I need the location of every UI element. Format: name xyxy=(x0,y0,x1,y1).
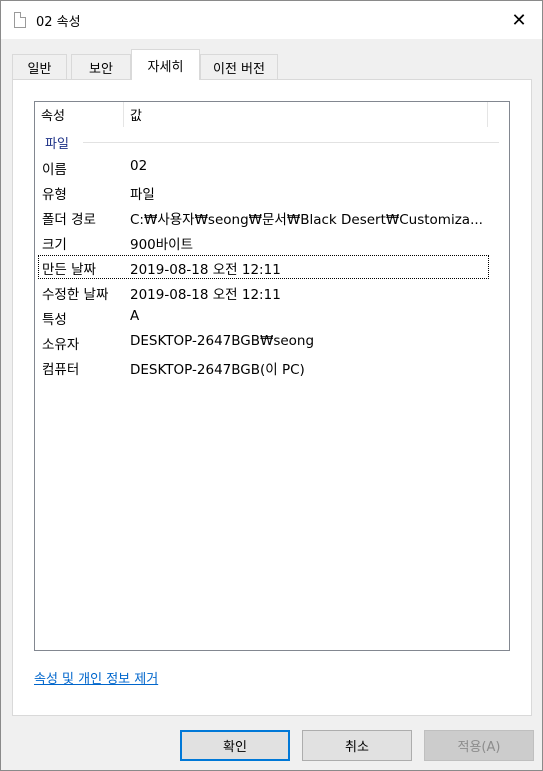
row-key: 컴퓨터 xyxy=(42,362,80,378)
row-value: 02 xyxy=(130,158,148,174)
column-header-value[interactable]: 값 xyxy=(124,102,488,127)
file-icon xyxy=(14,12,26,28)
details-panel: 속성 값 파일 이름 02 유형 파일 폴더 경로 C:₩사용자₩seong₩문… xyxy=(12,79,532,716)
properties-dialog: 02 속성 ✕ 일반 보안 자세히 이전 버전 속성 값 파일 이름 02 유형… xyxy=(0,0,543,771)
row-key: 만든 날짜 xyxy=(42,262,96,278)
list-row[interactable]: 수정한 날짜 2019-08-18 오전 12:11 xyxy=(38,280,489,304)
tab-previous-versions[interactable]: 이전 버전 xyxy=(200,54,278,79)
cancel-button[interactable]: 취소 xyxy=(302,730,412,761)
title-bar: 02 속성 ✕ xyxy=(1,1,542,39)
tab-security[interactable]: 보안 xyxy=(71,54,131,79)
row-value: 2019-08-18 오전 12:11 xyxy=(130,287,281,303)
ok-button[interactable]: 확인 xyxy=(180,730,290,761)
row-key: 수정한 날짜 xyxy=(42,287,109,303)
row-value: 2019-08-18 오전 12:11 xyxy=(130,262,281,278)
list-row[interactable]: 폴더 경로 C:₩사용자₩seong₩문서₩Black Desert₩Custo… xyxy=(38,205,489,229)
list-row-focused[interactable]: 만든 날짜 2019-08-18 오전 12:11 xyxy=(38,255,489,279)
row-value: 900바이트 xyxy=(130,237,194,253)
row-value: DESKTOP-2647BGB(이 PC) xyxy=(130,362,305,378)
list-row[interactable]: 소유자 DESKTOP-2647BGB₩seong xyxy=(38,330,489,354)
row-key: 폴더 경로 xyxy=(42,212,96,228)
close-icon[interactable]: ✕ xyxy=(496,1,542,39)
group-header-file[interactable]: 파일 xyxy=(45,133,69,152)
apply-button[interactable]: 적용(A) xyxy=(424,730,534,761)
list-row[interactable]: 크기 900바이트 xyxy=(38,230,489,254)
row-key: 소유자 xyxy=(42,337,80,353)
list-row[interactable]: 이름 02 xyxy=(38,155,489,179)
remove-properties-link[interactable]: 속성 및 개인 정보 제거 xyxy=(34,668,158,687)
row-value: DESKTOP-2647BGB₩seong xyxy=(130,333,315,349)
window-title: 02 속성 xyxy=(36,15,81,30)
row-key: 이름 xyxy=(42,162,67,178)
row-key: 유형 xyxy=(42,187,67,203)
tab-details[interactable]: 자세히 xyxy=(131,49,200,80)
list-header: 속성 값 xyxy=(35,102,509,127)
list-row[interactable]: 유형 파일 xyxy=(38,180,489,204)
row-value: 파일 xyxy=(130,187,155,203)
list-row[interactable]: 컴퓨터 DESKTOP-2647BGB(이 PC) xyxy=(38,355,489,379)
row-key: 특성 xyxy=(42,312,67,328)
column-divider[interactable] xyxy=(487,102,488,127)
row-key: 크기 xyxy=(42,237,67,253)
tab-general[interactable]: 일반 xyxy=(12,54,67,79)
list-row[interactable]: 특성 A xyxy=(38,305,489,329)
properties-list[interactable]: 속성 값 파일 이름 02 유형 파일 폴더 경로 C:₩사용자₩seong₩문… xyxy=(34,101,510,651)
group-divider xyxy=(83,142,499,143)
row-value: A xyxy=(130,308,140,324)
column-header-property[interactable]: 속성 xyxy=(35,102,124,127)
row-value: C:₩사용자₩seong₩문서₩Black Desert₩Customiza..… xyxy=(130,212,483,228)
